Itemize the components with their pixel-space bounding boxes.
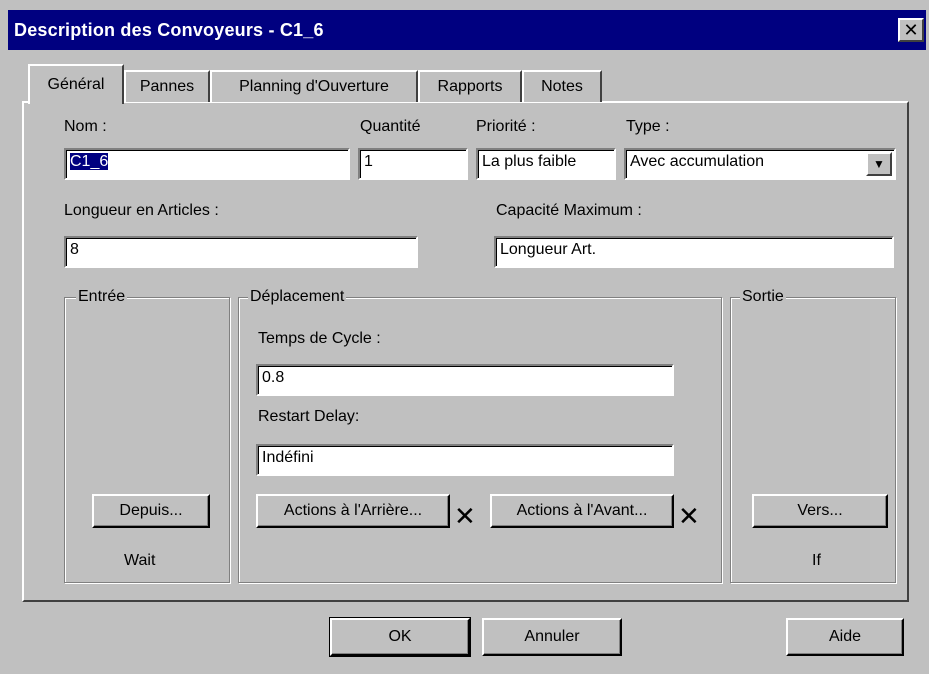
cycle-label: Temps de Cycle : xyxy=(258,330,381,347)
entree-group xyxy=(64,297,230,583)
type-select[interactable]: Avec accumulation ▼ xyxy=(624,148,896,180)
vers-button[interactable]: Vers... xyxy=(752,494,888,528)
capacite-value: Longueur Art. xyxy=(500,241,597,258)
type-label: Type : xyxy=(626,118,670,135)
ok-button-label: OK xyxy=(388,628,412,645)
longueur-label: Longueur en Articles : xyxy=(64,202,219,219)
capacite-label: Capacité Maximum : xyxy=(496,202,642,219)
nom-value: C1_6 xyxy=(70,153,109,170)
tab-general[interactable]: Général xyxy=(28,64,124,104)
quantite-value: 1 xyxy=(364,153,373,170)
deplacement-title: Déplacement xyxy=(248,288,347,306)
chevron-down-icon: ▼ xyxy=(873,157,885,171)
aide-button-label: Aide xyxy=(828,628,862,645)
vers-button-label: Vers... xyxy=(797,502,843,519)
tab-planning-label: Planning d'Ouverture xyxy=(239,78,389,95)
avant-x-icon: ✕ xyxy=(678,501,700,531)
actions-avant-label: Actions à l'Avant... xyxy=(516,502,648,519)
quantite-input[interactable]: 1 xyxy=(358,148,468,180)
actions-arriere-button[interactable]: Actions à l'Arrière... xyxy=(256,494,450,528)
entree-status: Wait xyxy=(124,552,156,569)
sortie-group xyxy=(730,297,896,583)
actions-avant-button[interactable]: Actions à l'Avant... xyxy=(490,494,674,528)
window-title: Description des Convoyeurs - C1_6 xyxy=(14,19,324,40)
sortie-status: If xyxy=(812,552,821,569)
ok-button[interactable]: OK xyxy=(329,617,471,657)
depuis-button-label: Depuis... xyxy=(119,502,183,519)
cycle-input[interactable]: 0.8 xyxy=(256,364,674,396)
aide-button[interactable]: Aide xyxy=(786,618,904,656)
type-value: Avec accumulation xyxy=(630,153,764,170)
priorite-value: La plus faible xyxy=(482,153,577,170)
title-bar[interactable]: Description des Convoyeurs - C1_6 ✕ xyxy=(8,10,926,50)
close-button[interactable]: ✕ xyxy=(898,18,924,42)
restart-value: Indéfini xyxy=(262,449,314,466)
tab-rapports-label: Rapports xyxy=(437,78,503,95)
nom-input[interactable]: C1_6 xyxy=(64,148,350,180)
annuler-button-label: Annuler xyxy=(524,628,580,645)
tab-notes-label: Notes xyxy=(541,78,583,95)
sortie-title: Sortie xyxy=(740,288,786,306)
nom-label: Nom : xyxy=(64,118,107,135)
depuis-button[interactable]: Depuis... xyxy=(92,494,210,528)
tab-pannes-label: Pannes xyxy=(139,78,195,95)
longueur-input[interactable]: 8 xyxy=(64,236,418,268)
tab-general-label: Général xyxy=(47,76,105,93)
tab-pannes[interactable]: Pannes xyxy=(124,70,210,102)
tab-notes[interactable]: Notes xyxy=(522,70,602,102)
longueur-value: 8 xyxy=(70,241,79,258)
restart-label: Restart Delay: xyxy=(258,408,360,425)
actions-arriere-label: Actions à l'Arrière... xyxy=(283,502,423,519)
annuler-button[interactable]: Annuler xyxy=(482,618,622,656)
quantite-label: Quantité xyxy=(360,118,421,135)
entree-title: Entrée xyxy=(76,288,128,306)
arriere-x-icon: ✕ xyxy=(454,501,476,531)
cycle-value: 0.8 xyxy=(262,369,285,386)
close-icon: ✕ xyxy=(903,20,919,40)
capacite-input[interactable]: Longueur Art. xyxy=(494,236,894,268)
tab-planning[interactable]: Planning d'Ouverture xyxy=(210,70,418,102)
priorite-label: Priorité : xyxy=(476,118,536,135)
priorite-field[interactable]: La plus faible xyxy=(476,148,616,180)
dropdown-button[interactable]: ▼ xyxy=(866,152,892,176)
tab-rapports[interactable]: Rapports xyxy=(418,70,522,102)
restart-input[interactable]: Indéfini xyxy=(256,444,674,476)
